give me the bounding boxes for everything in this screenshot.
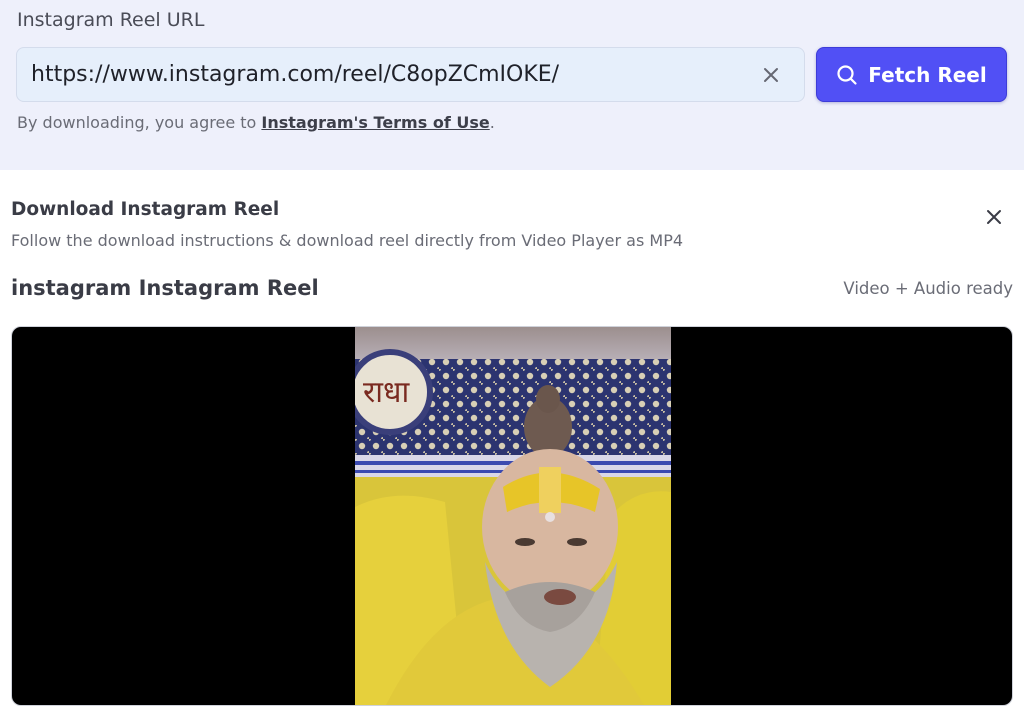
reel-status: Video + Audio ready — [843, 279, 1013, 298]
fetch-reel-label: Fetch Reel — [868, 62, 987, 87]
url-input-container[interactable] — [16, 47, 805, 102]
close-icon — [764, 68, 778, 82]
close-icon — [987, 210, 1001, 224]
download-section-subtitle: Follow the download instructions & downl… — [11, 231, 684, 250]
video-frame: राधा — [355, 327, 671, 705]
terms-of-use-link[interactable]: Instagram's Terms of Use — [261, 113, 489, 132]
terms-notice: By downloading, you agree to Instagram's… — [17, 113, 495, 132]
search-icon — [837, 64, 857, 85]
svg-text:राधा: राधा — [363, 375, 410, 410]
terms-suffix: . — [489, 113, 495, 132]
reel-title: instagram Instagram Reel — [11, 276, 319, 300]
clear-url-button[interactable] — [760, 64, 782, 86]
download-section-title: Download Instagram Reel — [11, 199, 280, 220]
url-field-label: Instagram Reel URL — [17, 9, 205, 31]
url-form-panel: Instagram Reel URL Fetch Reel By downloa… — [0, 0, 1024, 170]
video-thumbnail: राधा — [355, 327, 671, 705]
video-player[interactable]: राधा — [11, 326, 1013, 706]
fetch-reel-button[interactable]: Fetch Reel — [816, 47, 1007, 102]
terms-prefix: By downloading, you agree to — [17, 113, 262, 132]
dismiss-download-button[interactable] — [983, 206, 1005, 228]
url-input[interactable] — [31, 48, 751, 101]
